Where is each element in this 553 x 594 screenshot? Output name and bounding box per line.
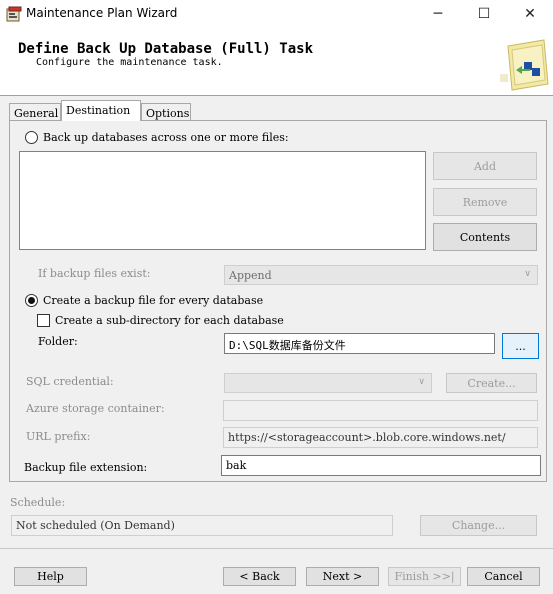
sql-credential-select[interactable]: ∨	[224, 373, 432, 393]
maximize-button[interactable]: ☐	[461, 0, 507, 28]
wizard-app-icon	[6, 6, 22, 22]
across-files-label: Back up databases across one or more fil…	[43, 131, 289, 144]
contents-button[interactable]: Contents	[433, 223, 537, 251]
if-exist-label: If backup files exist:	[38, 267, 151, 280]
back-button[interactable]: < Back	[223, 567, 296, 586]
help-button[interactable]: Help	[14, 567, 87, 586]
create-credential-button[interactable]: Create...	[446, 373, 537, 393]
extension-input[interactable]: bak	[221, 455, 541, 476]
title-bar: Maintenance Plan Wizard ─ ☐ ✕	[0, 0, 553, 28]
tab-destination[interactable]: Destination	[61, 100, 141, 121]
finish-button[interactable]: Finish >>|	[388, 567, 461, 586]
if-exist-select[interactable]: Append ∨	[224, 265, 538, 285]
schedule-label: Schedule:	[10, 496, 66, 509]
across-files-radio[interactable]	[25, 131, 38, 144]
header-banner: Define Back Up Database (Full) Task Conf…	[0, 28, 553, 96]
minimize-button[interactable]: ─	[415, 0, 461, 28]
footer-divider	[0, 548, 553, 549]
chevron-down-icon: ∨	[524, 269, 531, 279]
subdirectory-label: Create a sub-directory for each database	[55, 314, 284, 327]
create-per-database-label: Create a backup file for every database	[43, 294, 264, 307]
if-exist-value: Append	[229, 269, 272, 282]
add-button[interactable]: Add	[433, 152, 537, 180]
url-prefix-input[interactable]: https://<storageaccount>.blob.core.windo…	[223, 427, 538, 448]
sql-credential-label: SQL credential:	[26, 375, 114, 388]
tab-general[interactable]: General	[9, 103, 61, 120]
backup-files-list[interactable]	[19, 151, 426, 250]
window-title: Maintenance Plan Wizard	[26, 6, 178, 20]
browse-folder-button[interactable]: ...	[502, 333, 539, 359]
azure-container-input[interactable]	[223, 400, 538, 421]
cancel-button[interactable]: Cancel	[467, 567, 540, 586]
folder-label: Folder:	[38, 335, 78, 348]
subdirectory-checkbox[interactable]	[37, 314, 50, 327]
chevron-down-icon: ∨	[418, 377, 425, 387]
change-schedule-button[interactable]: Change...	[420, 515, 537, 536]
remove-button[interactable]: Remove	[433, 188, 537, 216]
create-per-database-radio[interactable]	[25, 294, 38, 307]
url-prefix-label: URL prefix:	[26, 430, 91, 443]
folder-input[interactable]: D:\SQL数据库备份文件	[224, 333, 495, 354]
schedule-value: Not scheduled (On Demand)	[11, 515, 393, 536]
tab-options[interactable]: Options	[141, 103, 191, 120]
page-title: Define Back Up Database (Full) Task	[18, 41, 314, 57]
next-button[interactable]: Next >	[306, 567, 379, 586]
azure-container-label: Azure storage container:	[26, 402, 165, 415]
close-button[interactable]: ✕	[507, 0, 553, 28]
page-subtitle: Configure the maintenance task.	[36, 57, 223, 68]
wizard-banner-icon	[500, 39, 549, 91]
extension-label: Backup file extension:	[24, 461, 148, 474]
